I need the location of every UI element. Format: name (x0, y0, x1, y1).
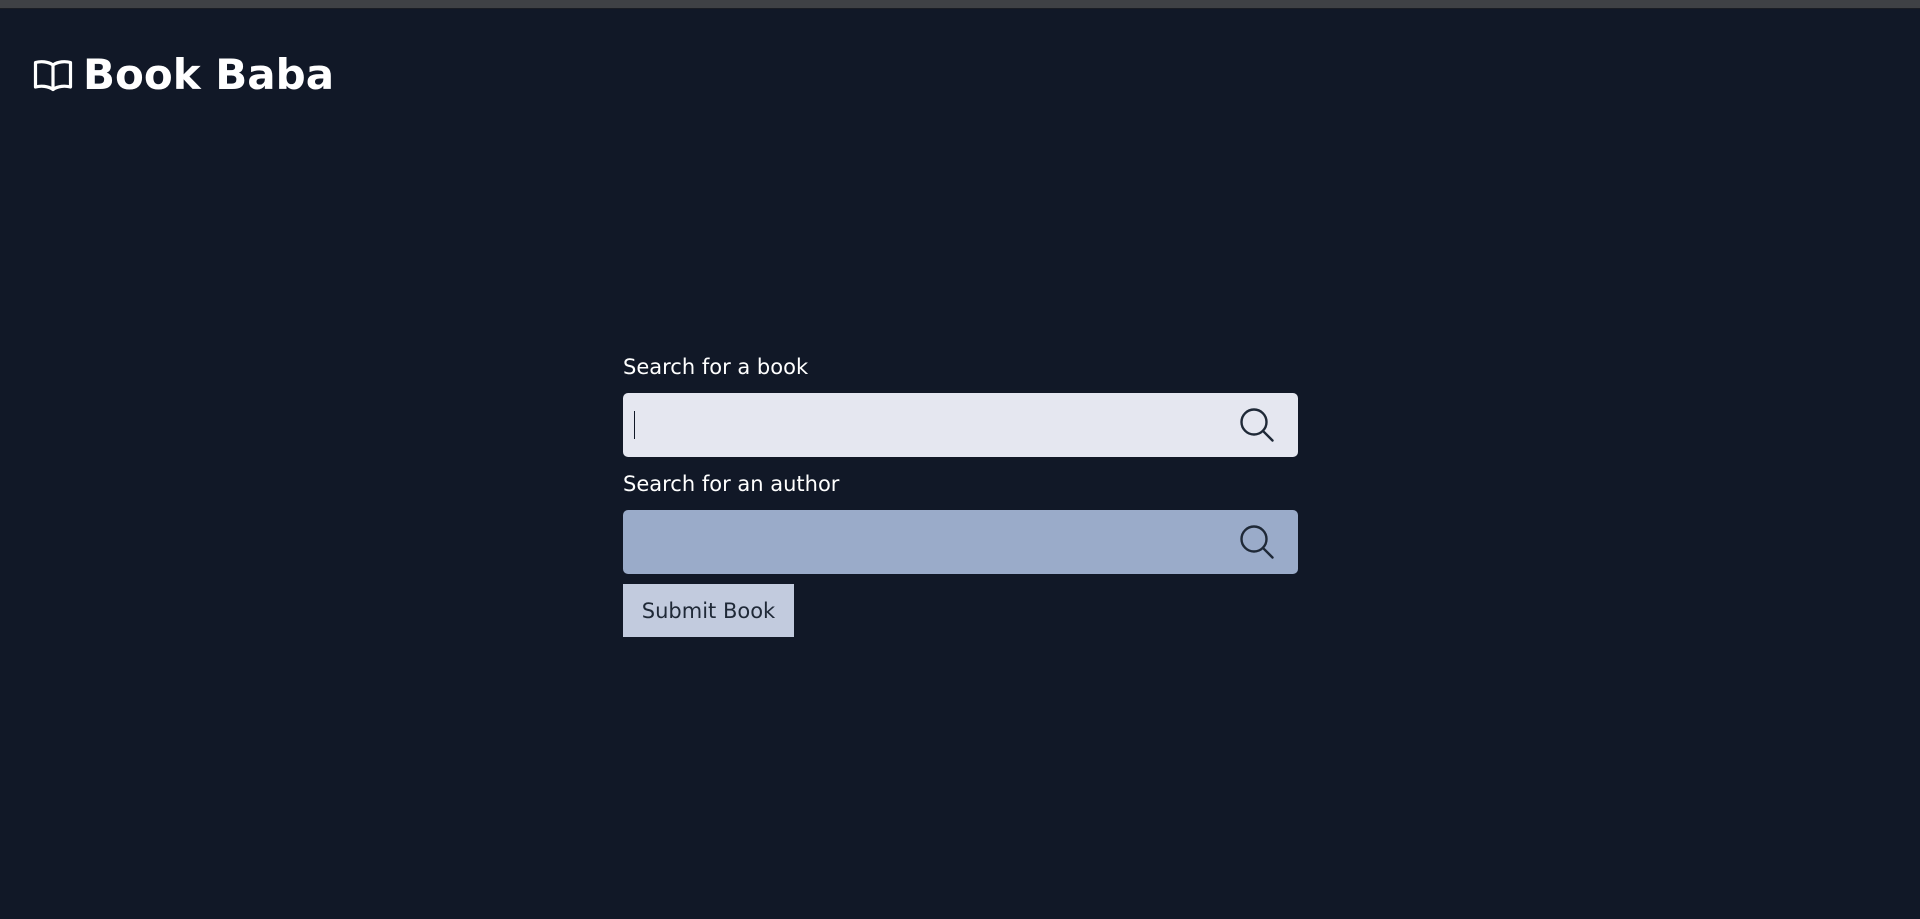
open-book-icon (33, 60, 73, 92)
author-search-label: Search for an author (623, 472, 840, 496)
app-title: Book Baba (83, 50, 335, 99)
submit-book-button[interactable]: Submit Book (623, 584, 794, 637)
brand[interactable]: Book Baba (33, 50, 334, 100)
browser-top-strip (0, 0, 1920, 9)
search-icon[interactable] (1239, 524, 1275, 560)
author-search-input[interactable] (623, 510, 1223, 574)
search-form: Search for a book Search for an author S… (623, 350, 1298, 637)
search-icon[interactable] (1239, 407, 1275, 443)
author-search-box[interactable] (623, 510, 1298, 574)
text-cursor (634, 411, 635, 439)
book-search-input[interactable] (623, 393, 1223, 457)
book-search-box[interactable] (623, 393, 1298, 457)
book-search-label: Search for a book (623, 355, 809, 379)
